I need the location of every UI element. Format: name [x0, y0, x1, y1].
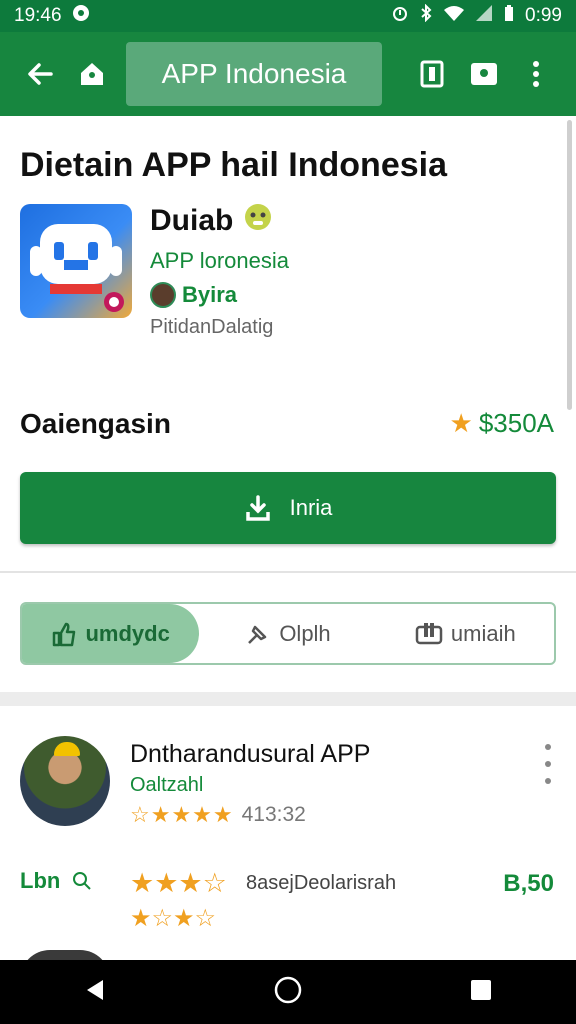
- review-item[interactable]: Dntharandusural APP Oaltzahl ☆★★★★ 413:3…: [0, 726, 576, 836]
- review-count: 413:32: [241, 803, 306, 826]
- star-icon: ★: [449, 408, 473, 438]
- screen-icon: [471, 63, 497, 85]
- alarm-icon: [391, 4, 409, 28]
- app-icon[interactable]: [20, 204, 132, 318]
- review-more-button[interactable]: [540, 744, 556, 784]
- page-title: Dietain APP hail Indonesia: [20, 146, 447, 184]
- bookmark-button[interactable]: [406, 48, 458, 100]
- nav-home-button[interactable]: [273, 975, 303, 1010]
- reviewer-avatar: [20, 736, 110, 826]
- rating-label: Lbn: [20, 868, 92, 894]
- section-divider: [0, 692, 576, 706]
- nav-recents-button[interactable]: [469, 978, 493, 1007]
- signal-icon: [475, 4, 493, 28]
- info-label: Oaiengasin: [20, 408, 171, 439]
- scrollbar[interactable]: [567, 120, 572, 410]
- app-bar-title[interactable]: APP Indonesia: [126, 42, 382, 106]
- home-button[interactable]: [66, 48, 118, 100]
- arrow-left-icon: [28, 63, 53, 85]
- triangle-back-icon: [87, 979, 103, 1000]
- review-stars: ☆★★★★: [130, 802, 234, 827]
- app-name: Duiab: [150, 202, 273, 240]
- install-button[interactable]: Inria: [20, 472, 556, 544]
- notification-icon: [72, 4, 90, 28]
- more-vertical-icon: [533, 61, 539, 87]
- next-avatar-peek: [20, 950, 110, 960]
- review-rating: ☆★★★★ 413:32: [130, 802, 306, 828]
- tab-label: umdydc: [85, 620, 170, 646]
- list-icon: [415, 622, 443, 644]
- home-icon: [81, 63, 103, 85]
- install-label: Inria: [289, 495, 333, 520]
- app-owner[interactable]: Byira: [150, 282, 237, 308]
- app-name-text: Duiab: [150, 204, 234, 237]
- review-title: Dntharandusural APP: [130, 740, 371, 768]
- price-value: $350A: [478, 408, 554, 438]
- status-bar: 19:46 0:99: [0, 0, 576, 32]
- thumbs-up-icon: [53, 622, 76, 646]
- robot-icon: [30, 224, 124, 312]
- back-button[interactable]: [14, 48, 66, 100]
- rating-stars-secondary: ★☆★☆: [130, 905, 217, 932]
- download-icon: [245, 495, 270, 521]
- screen-button[interactable]: [458, 48, 510, 100]
- tab-olplh[interactable]: Olplh: [199, 604, 376, 663]
- pin-icon: [248, 625, 267, 644]
- rating-text: 8asejDeolarisrah: [246, 872, 397, 894]
- battery-text: 0:99: [525, 5, 562, 26]
- tab-label: Olplh: [279, 620, 331, 646]
- wifi-icon: [443, 4, 465, 28]
- owner-avatar: [150, 282, 176, 308]
- tab-umiaih[interactable]: umiaih: [377, 604, 554, 663]
- emoji-badge-icon: [243, 202, 273, 240]
- rating-stars-primary: ★★★☆: [130, 868, 227, 898]
- tab-bar: umdydc Olplh umiaih: [20, 602, 556, 665]
- rating-value: B,50: [503, 870, 554, 897]
- tab-label: umiaih: [450, 620, 516, 646]
- nav-back-button[interactable]: [83, 978, 107, 1007]
- bluetooth-icon: [419, 3, 433, 28]
- app-subtitle: PitidanDalatig: [150, 316, 274, 338]
- search-icon[interactable]: [72, 871, 92, 891]
- review-subtitle: Oaltzahl: [130, 774, 204, 796]
- circle-home-icon: [274, 976, 302, 1003]
- navigation-bar: [0, 960, 576, 1024]
- owner-name: Byira: [182, 282, 238, 307]
- square-recents-icon: [471, 979, 491, 1000]
- status-time: 19:46: [14, 5, 62, 26]
- content: Dietain APP hail Indonesia Duiab APP lor…: [0, 116, 576, 960]
- app-developer[interactable]: APP loronesia: [150, 248, 289, 274]
- tab-umdydc[interactable]: umdydc: [22, 604, 200, 663]
- rating-row: Lbn ★★★☆ ★☆★☆ 8asejDeolarisrah B,50: [0, 854, 576, 944]
- bookmark-icon: [420, 60, 444, 88]
- divider: [0, 571, 576, 573]
- app-bar: APP Indonesia: [0, 32, 576, 116]
- battery-icon: [503, 4, 515, 28]
- overflow-menu-button[interactable]: [510, 48, 562, 100]
- price: ★ $350A: [450, 408, 555, 439]
- rating-label-text: Lbn: [20, 868, 61, 893]
